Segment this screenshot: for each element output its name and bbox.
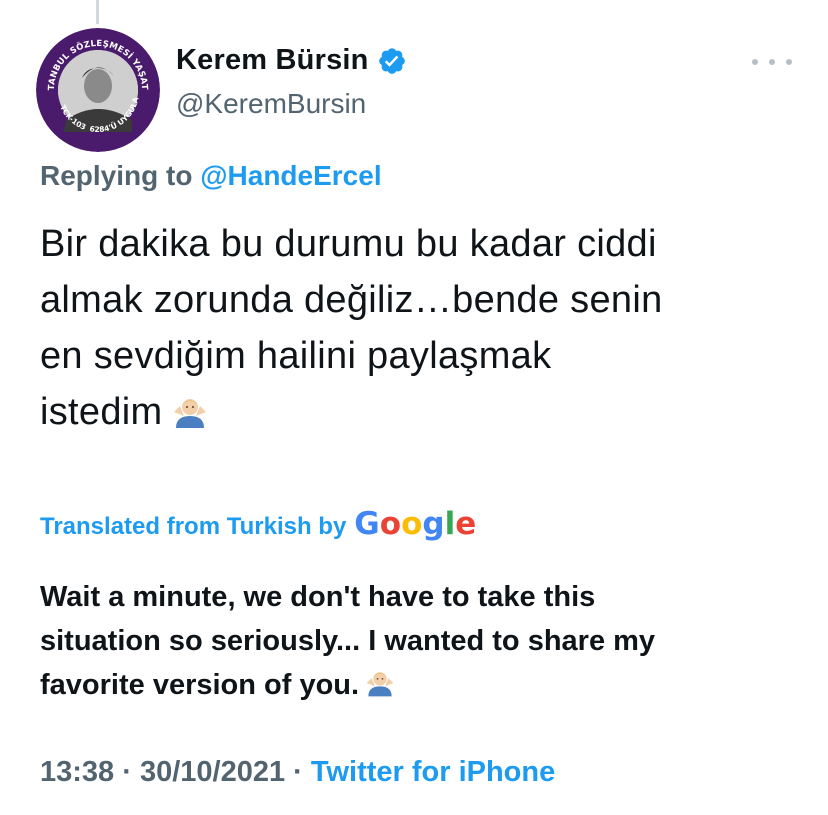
meta-separator: ·	[285, 756, 311, 788]
replying-to: Replying to @HandeErcel	[40, 160, 382, 192]
tweet-line-last: istedim	[40, 384, 820, 446]
tweet-line: almak zorunda değiliz…bende senin	[40, 279, 663, 321]
person-shrugging-icon	[365, 667, 395, 711]
more-dot-icon	[752, 59, 758, 65]
display-name[interactable]: Kerem Bürsin	[176, 44, 369, 77]
tweet-time[interactable]: 13:38	[40, 756, 114, 788]
translation-line: favorite version of you.	[40, 669, 360, 701]
avatar-image: İSTANBUL SÖZLEŞMESİ YAŞATIR TCK-103 6284…	[36, 28, 160, 152]
author-name-row: Kerem Bürsin	[176, 44, 407, 77]
tweet-source-link[interactable]: Twitter for iPhone	[311, 756, 555, 788]
verified-badge-icon	[377, 46, 407, 76]
author-handle[interactable]: @KeremBursin	[176, 88, 366, 120]
thread-connector-line	[96, 0, 99, 24]
avatar[interactable]: İSTANBUL SÖZLEŞMESİ YAŞATIR TCK-103 6284…	[36, 28, 160, 152]
translation-line: situation so seriously... I wanted to sh…	[40, 625, 656, 657]
reply-mention-link[interactable]: @HandeErcel	[200, 160, 381, 191]
replying-prefix: Replying to	[40, 160, 193, 191]
translation-line-last: favorite version of you.	[40, 663, 820, 711]
translation-label: Translated from Turkish by	[40, 513, 347, 540]
translation-attribution[interactable]: Translated from Turkish by Google	[40, 506, 476, 542]
tweet-date[interactable]: 30/10/2021	[140, 756, 285, 788]
google-logo: Google	[354, 506, 477, 542]
translated-text: Wait a minute, we don't have to take thi…	[40, 575, 820, 711]
more-options-button[interactable]	[752, 52, 792, 72]
tweet-text: Bir dakika bu durumu bu kadar ciddi alma…	[40, 216, 820, 446]
more-dot-icon	[769, 59, 775, 65]
tweet-meta: 13:38 · 30/10/2021 · Twitter for iPhone	[40, 756, 555, 789]
tweet-line: istedim	[40, 391, 163, 433]
tweet-line: Bir dakika bu durumu bu kadar ciddi	[40, 223, 657, 265]
tweet-line: en sevdiğim hailini paylaşmak	[40, 335, 552, 377]
translation-line: Wait a minute, we don't have to take thi…	[40, 581, 596, 613]
more-dot-icon	[786, 59, 792, 65]
person-shrugging-icon	[172, 390, 208, 446]
meta-separator: ·	[114, 756, 140, 788]
